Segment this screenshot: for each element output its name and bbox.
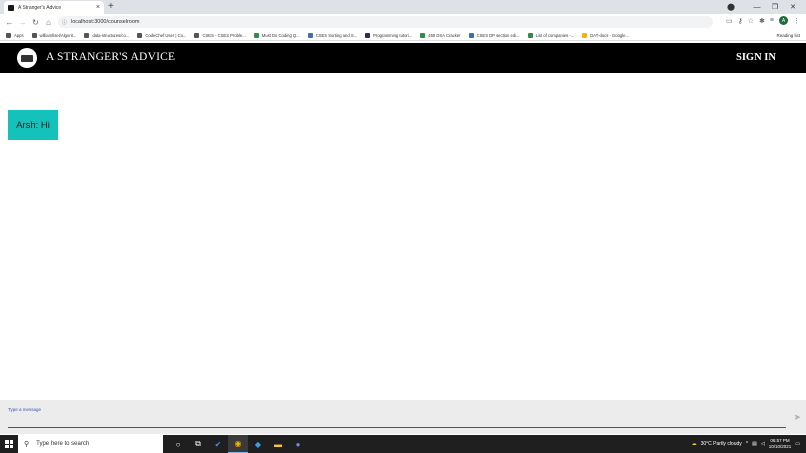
- bookmark-item[interactable]: Programming tutori...: [365, 32, 412, 38]
- send-icon[interactable]: ➤: [793, 412, 801, 423]
- bookmark-item[interactable]: CSES Sorting and S...: [307, 32, 357, 38]
- bookmark-item[interactable]: DAT-docs - Google...: [582, 32, 629, 38]
- github-icon: [31, 32, 37, 38]
- docs-icon: [582, 32, 588, 38]
- chrome-icon[interactable]: ◉: [228, 435, 248, 453]
- cses-icon: [194, 32, 200, 38]
- url-text: localhost:3000/counselroom: [71, 19, 140, 25]
- tutorial-icon: [365, 32, 371, 38]
- sheet-icon: [420, 32, 426, 38]
- minimize-button[interactable]: —: [748, 4, 766, 11]
- reading-list-button[interactable]: Reading list: [776, 33, 800, 38]
- chart-icon: [468, 32, 474, 38]
- info-icon[interactable]: ⓘ: [62, 19, 67, 26]
- file-explorer-icon[interactable]: ▬: [268, 435, 288, 453]
- key-icon[interactable]: ⚷: [738, 17, 743, 25]
- brand-title[interactable]: A STRANGER'S ADVICE: [46, 51, 175, 63]
- new-tab-button[interactable]: +: [108, 1, 114, 13]
- bookmark-item[interactable]: List of companies -...: [527, 32, 574, 38]
- address-bar[interactable]: ⓘ localhost:3000/counselroom: [58, 16, 713, 28]
- search-icon: ⚲: [24, 441, 30, 448]
- taskbar-search[interactable]: ⚲ Type here to search: [18, 435, 163, 453]
- browser-tab[interactable]: A Stranger's Advice ×: [4, 1, 104, 14]
- bookmark-item[interactable]: CSES - CSES Proble...: [194, 32, 246, 38]
- clock-date: 10/10/2021: [768, 444, 792, 449]
- chat-room: Arsh: Hi: [0, 73, 806, 400]
- bookmarks-bar: Apps williamfiset/Algorit... data-struct…: [0, 30, 806, 41]
- account-circle-icon[interactable]: ⬤: [722, 3, 740, 11]
- media-icon[interactable]: ≡: [770, 17, 774, 24]
- close-tab-icon[interactable]: ×: [96, 4, 100, 11]
- bookmark-item[interactable]: CSES DP section edi...: [468, 32, 520, 38]
- system-tray: ☁ 30°C Partly cloudy ^ ▤ ◁ 06:57 PM 10/1…: [692, 435, 800, 453]
- profile-menu: ⬤: [722, 0, 740, 14]
- logo-mark-icon: [21, 54, 33, 62]
- clock[interactable]: 06:57 PM 10/10/2021: [769, 438, 792, 450]
- home-icon[interactable]: ⌂: [42, 18, 55, 27]
- notifications-icon[interactable]: ▭: [795, 441, 800, 447]
- apps-grid-icon: [6, 32, 11, 38]
- start-button[interactable]: [0, 435, 18, 453]
- reload-icon[interactable]: ↻: [29, 18, 42, 27]
- browser-tab-bar: A Stranger's Advice × + ⬤ — ❐ ✕: [0, 0, 806, 14]
- maximize-button[interactable]: ❐: [766, 3, 784, 11]
- discord-icon[interactable]: ●: [288, 435, 308, 453]
- extensions-icon[interactable]: ✱: [759, 17, 765, 25]
- bookmark-item[interactable]: Must Do Coding Q...: [253, 32, 300, 38]
- forward-icon[interactable]: →: [16, 18, 29, 27]
- bookmark-item[interactable]: williamfiset/Algorit...: [31, 32, 76, 38]
- codechef-icon: [137, 32, 143, 38]
- browser-toolbar: ← → ↻ ⌂ ⓘ localhost:3000/counselroom ▭ ⚷…: [0, 14, 806, 30]
- message-composer: Type a message ➤: [0, 400, 806, 434]
- chart-icon: [307, 32, 313, 38]
- todo-icon[interactable]: ✔: [208, 435, 228, 453]
- windows-logo-icon: [5, 440, 13, 448]
- profile-avatar[interactable]: A: [779, 16, 788, 25]
- cortana-icon[interactable]: ○: [168, 435, 188, 453]
- bookmark-item[interactable]: data-structures/co...: [84, 32, 129, 38]
- close-window-button[interactable]: ✕: [784, 3, 802, 11]
- site-favicon-icon: [8, 4, 14, 11]
- cast-icon[interactable]: ▭: [726, 17, 733, 25]
- sheet-icon: [527, 32, 533, 38]
- message-input-label: Type a message: [8, 407, 42, 412]
- task-view-icon[interactable]: ⧉: [188, 435, 208, 453]
- window-controls: — ❐ ✕: [748, 0, 802, 14]
- sign-in-button[interactable]: SIGN IN: [736, 52, 776, 63]
- bookmark-item[interactable]: Apps: [6, 32, 24, 38]
- tab-title: A Stranger's Advice: [18, 4, 62, 11]
- volume-icon[interactable]: ◁: [761, 441, 765, 447]
- gfg-icon: [253, 32, 259, 38]
- app-navbar: A STRANGER'S ADVICE SIGN IN: [0, 43, 806, 73]
- windows-taskbar: ⚲ Type here to search ○ ⧉ ✔ ◉ ◆ ▬ ● ☁ 30…: [0, 435, 806, 453]
- bookmark-item[interactable]: CodeChef User | Co...: [137, 32, 186, 38]
- toolbar-actions: ▭ ⚷ ☆ ✱ ≡ A ⋮: [726, 16, 800, 25]
- github-icon: [84, 32, 90, 38]
- taskbar-apps: ○ ⧉ ✔ ◉ ◆ ▬ ●: [168, 435, 308, 453]
- tray-overflow-icon[interactable]: ^: [746, 441, 748, 447]
- chat-message: Arsh: Hi: [8, 110, 58, 140]
- bookmark-star-icon[interactable]: ☆: [748, 17, 754, 25]
- weather-icon[interactable]: ☁: [692, 441, 697, 447]
- more-menu-icon[interactable]: ⋮: [793, 17, 800, 25]
- weather-text[interactable]: 30°C Partly cloudy: [701, 441, 742, 447]
- bookmark-item[interactable]: 450 DSA Cracker: [420, 32, 461, 38]
- taskbar-search-placeholder: Type here to search: [36, 441, 90, 447]
- site-logo[interactable]: [17, 48, 37, 68]
- vscode-icon[interactable]: ◆: [248, 435, 268, 453]
- message-input[interactable]: [8, 414, 786, 428]
- network-icon[interactable]: ▤: [752, 441, 757, 447]
- back-icon[interactable]: ←: [3, 18, 16, 27]
